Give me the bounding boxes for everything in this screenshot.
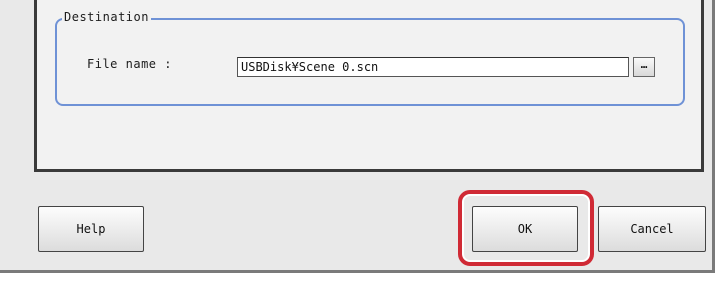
destination-group-title: Destination — [62, 10, 151, 24]
cancel-button[interactable]: Cancel — [598, 206, 706, 252]
ok-button[interactable]: OK — [472, 206, 578, 252]
browse-button[interactable]: … — [633, 57, 655, 77]
ellipsis-icon: … — [640, 58, 648, 71]
help-button[interactable]: Help — [38, 206, 144, 252]
file-name-input[interactable] — [237, 57, 629, 77]
file-name-label: File name : — [87, 57, 172, 71]
dialog-window: Destination File name : … Help OK Cancel — [0, 0, 715, 273]
